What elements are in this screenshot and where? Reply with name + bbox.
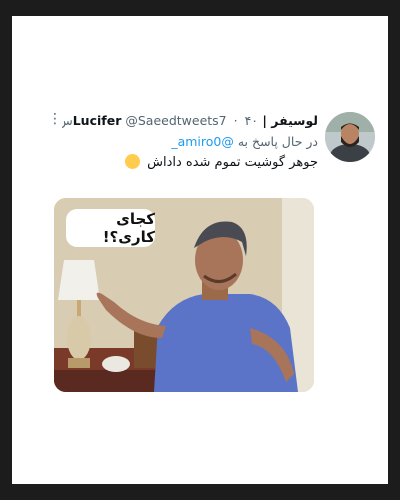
reply-mention-link[interactable]: @amiro0_ bbox=[171, 134, 234, 149]
reply-prefix: در حال پاسخ به bbox=[237, 134, 318, 149]
more-options-icon[interactable]: ⋮ bbox=[48, 111, 62, 127]
tweet-body: جوهر گوشیت تموم شده داداش bbox=[147, 155, 318, 170]
separator-dot: · bbox=[233, 113, 238, 128]
user-handle[interactable]: @Saeedtweets7 bbox=[125, 113, 226, 128]
tweet-card: ⋮ لوسیفر | Lucifer @Saeedtweets7 · ۴۰س د… bbox=[12, 16, 388, 484]
avatar-image bbox=[325, 112, 375, 162]
caption-text: کجای کاری؟! bbox=[102, 210, 155, 246]
rolling-laughing-emoji-icon bbox=[124, 154, 140, 169]
caption-bubble: کجای کاری؟! bbox=[66, 209, 155, 247]
tweet-header: لوسیفر | Lucifer @Saeedtweets7 · ۴۰س bbox=[62, 112, 318, 130]
avatar[interactable] bbox=[325, 112, 375, 162]
tweet-text: جوهر گوشیت تموم شده داداش bbox=[62, 153, 318, 173]
tweet-media[interactable]: کجای کاری؟! bbox=[54, 198, 314, 392]
replying-to: در حال پاسخ به @amiro0_ bbox=[62, 133, 318, 151]
